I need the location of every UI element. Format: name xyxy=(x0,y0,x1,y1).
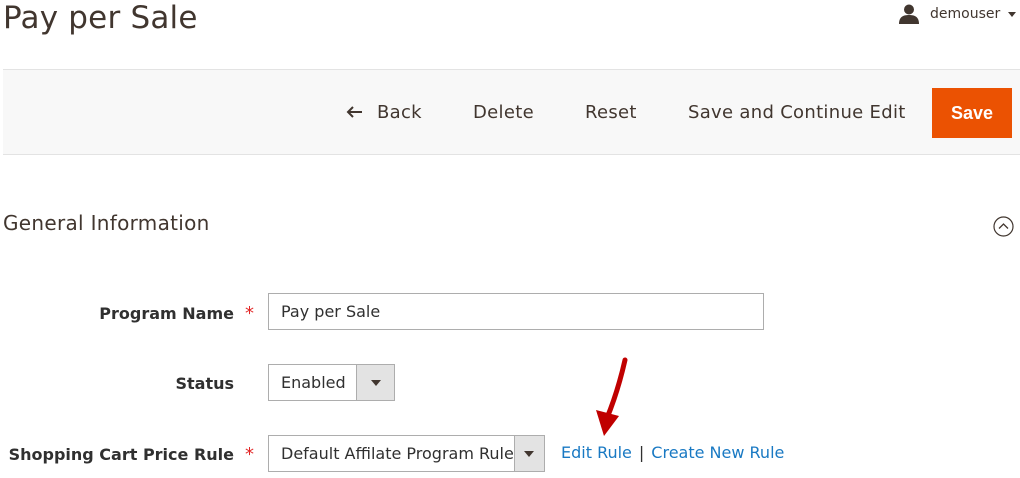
user-icon xyxy=(899,4,919,24)
link-separator: | xyxy=(638,443,645,462)
rule-links: Edit Rule | Create New Rule xyxy=(561,443,784,462)
reset-button[interactable]: Reset xyxy=(585,70,637,154)
delete-button[interactable]: Delete xyxy=(473,70,534,154)
status-select[interactable]: Enabled xyxy=(268,364,395,401)
status-select-value: Enabled xyxy=(281,373,346,392)
status-label: Status xyxy=(175,374,234,393)
page-title: Pay per Sale xyxy=(3,0,198,36)
back-label: Back xyxy=(377,101,422,123)
arrow-left-icon xyxy=(346,106,362,118)
section-title: General Information xyxy=(3,211,210,235)
price-rule-label: Shopping Cart Price Rule xyxy=(8,445,234,464)
caret-down-icon xyxy=(370,379,381,386)
dropdown-button[interactable] xyxy=(513,436,544,471)
caret-down-icon xyxy=(524,450,535,457)
required-marker: * xyxy=(245,303,254,324)
edit-rule-link[interactable]: Edit Rule xyxy=(561,443,632,462)
required-marker: * xyxy=(245,444,254,465)
user-menu[interactable]: demouser xyxy=(898,3,1017,25)
save-button[interactable]: Save xyxy=(932,88,1012,138)
username: demouser xyxy=(930,6,1001,22)
page-actions-toolbar: Back Delete Reset Save and Continue Edit… xyxy=(3,69,1020,155)
price-rule-select[interactable]: Default Affilate Program Rule xyxy=(268,435,545,472)
price-rule-select-value: Default Affilate Program Rule xyxy=(281,444,514,463)
back-button[interactable]: Back xyxy=(345,70,422,154)
program-name-input[interactable] xyxy=(268,293,764,330)
dropdown-button[interactable] xyxy=(356,365,394,400)
chevron-down-icon xyxy=(1008,11,1017,17)
program-name-label: Program Name xyxy=(99,304,234,323)
annotation-arrow-icon xyxy=(596,357,628,436)
save-and-continue-button[interactable]: Save and Continue Edit xyxy=(688,70,906,154)
collapse-up-icon[interactable] xyxy=(993,216,1014,237)
create-new-rule-link[interactable]: Create New Rule xyxy=(651,443,784,462)
